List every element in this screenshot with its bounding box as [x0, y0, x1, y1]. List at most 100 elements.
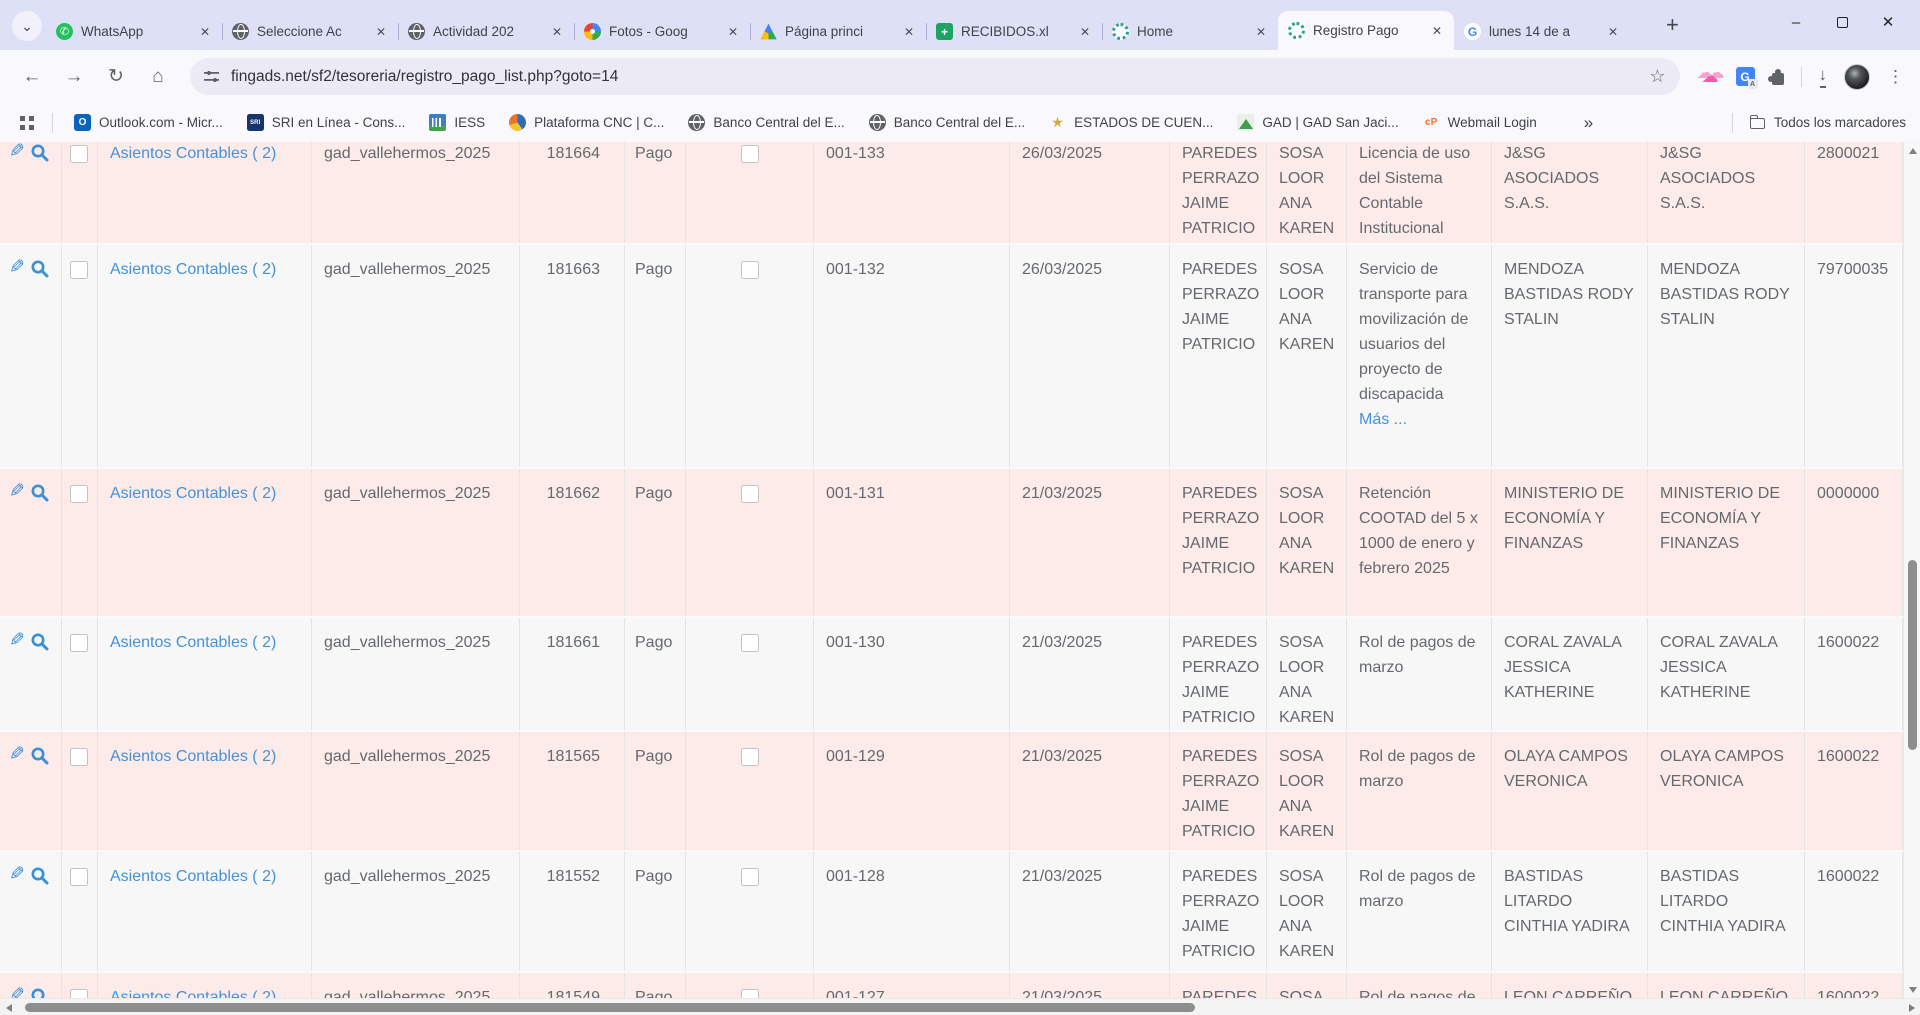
- cell-tipo: Pago: [625, 142, 686, 243]
- row-checkbox[interactable]: [70, 145, 88, 163]
- profile-avatar[interactable]: [1844, 64, 1870, 90]
- browser-tab[interactable]: Registro Pago ✕: [1278, 11, 1454, 50]
- search-icon[interactable]: [30, 143, 49, 162]
- row-checkbox-2[interactable]: [741, 868, 759, 886]
- url-text[interactable]: fingads.net/sf2/tesoreria/registro_pago_…: [231, 68, 1637, 86]
- asientos-contables-link[interactable]: Asientos Contables ( 2): [110, 868, 276, 885]
- search-icon[interactable]: [30, 632, 49, 651]
- tab-close-icon[interactable]: ✕: [724, 23, 742, 41]
- bookmarks-overflow-button[interactable]: »: [1576, 113, 1601, 133]
- tab-search-button[interactable]: ⌄: [12, 11, 42, 41]
- row-checkbox[interactable]: [70, 868, 88, 886]
- forward-button[interactable]: →: [58, 61, 90, 93]
- new-tab-button[interactable]: +: [1666, 12, 1679, 38]
- browser-tab[interactable]: RECIBIDOS.xl ✕: [926, 13, 1102, 50]
- tab-close-icon[interactable]: ✕: [1604, 23, 1622, 41]
- bookmark-item[interactable]: SRI en Línea - Cons...: [238, 110, 415, 135]
- cell-database: gad_vallehermos_2025: [312, 732, 520, 850]
- search-icon[interactable]: [30, 866, 49, 885]
- edit-icon[interactable]: ✎: [9, 745, 25, 764]
- asientos-contables-link[interactable]: Asientos Contables ( 2): [110, 145, 276, 162]
- bookmark-item[interactable]: Plataforma CNC | C...: [500, 110, 673, 135]
- browser-tab[interactable]: Home ✕: [1102, 13, 1278, 50]
- bookmark-item[interactable]: Banco Central del E...: [679, 110, 853, 135]
- tab-close-icon[interactable]: ✕: [372, 23, 390, 41]
- search-icon[interactable]: [30, 483, 49, 502]
- browser-tab[interactable]: Actividad 202 ✕: [398, 13, 574, 50]
- edit-icon[interactable]: ✎: [9, 631, 25, 650]
- menu-kebab-icon[interactable]: ⋮: [1887, 67, 1904, 87]
- row-checkbox[interactable]: [70, 261, 88, 279]
- cell-checkbox-2: [686, 732, 814, 850]
- site-info-icon[interactable]: [204, 69, 219, 84]
- tab-close-icon[interactable]: ✕: [1252, 23, 1270, 41]
- reload-button[interactable]: ↻: [100, 61, 132, 93]
- bookmark-item[interactable]: ESTADOS DE CUEN...: [1040, 110, 1222, 135]
- mas-link[interactable]: Más ...: [1359, 407, 1481, 432]
- bookmark-item[interactable]: IESS: [420, 110, 494, 135]
- bookmark-item[interactable]: GAD | GAD San Jaci...: [1228, 110, 1407, 135]
- horizontal-scrollbar-thumb[interactable]: [25, 1003, 1195, 1012]
- scroll-down-arrow[interactable]: [1904, 981, 1920, 998]
- tab-title: Seleccione Ac: [257, 24, 364, 39]
- asientos-contables-link[interactable]: Asientos Contables ( 2): [110, 261, 276, 278]
- asientos-contables-link[interactable]: Asientos Contables ( 2): [110, 748, 276, 765]
- all-bookmarks-label: Todos los marcadores: [1774, 115, 1906, 130]
- tab-close-icon[interactable]: ✕: [900, 23, 918, 41]
- row-checkbox[interactable]: [70, 634, 88, 652]
- extensions-puzzle-icon[interactable]: [1772, 73, 1784, 85]
- scroll-up-arrow[interactable]: [1904, 142, 1920, 159]
- browser-tab[interactable]: Fotos - Goog ✕: [574, 13, 750, 50]
- browser-tab[interactable]: Seleccione Ac ✕: [222, 13, 398, 50]
- row-checkbox[interactable]: [70, 748, 88, 766]
- tab-close-icon[interactable]: ✕: [196, 23, 214, 41]
- edit-icon[interactable]: ✎: [9, 482, 25, 501]
- downloads-icon[interactable]: ↓: [1819, 65, 1828, 88]
- bookmark-item[interactable]: Banco Central del E...: [860, 110, 1034, 135]
- asientos-contables-link[interactable]: Asientos Contables ( 2): [110, 634, 276, 651]
- horizontal-scrollbar[interactable]: [0, 998, 1920, 1015]
- triangle-left-icon: [6, 1004, 12, 1012]
- translate-icon[interactable]: G: [1736, 67, 1755, 86]
- browser-tab[interactable]: Página princi ✕: [750, 13, 926, 50]
- row-checkbox-2[interactable]: [741, 485, 759, 503]
- asientos-contables-link[interactable]: Asientos Contables ( 2): [110, 485, 276, 502]
- bookmark-item[interactable]: Webmail Login: [1414, 110, 1546, 135]
- browser-tab[interactable]: lunes 14 de a ✕: [1454, 13, 1630, 50]
- tab-title: Home: [1137, 24, 1244, 39]
- toolbar-right-icons: ☁ G ↓ ⋮: [1690, 64, 1905, 90]
- apps-grid-icon[interactable]: [20, 116, 34, 130]
- table-row: ✎ Asientos Contables ( 2) gad_vallehermo…: [0, 469, 1903, 618]
- bookmark-star-icon[interactable]: ☆: [1649, 66, 1665, 87]
- cell-checkbox-2: [686, 852, 814, 971]
- tab-close-icon[interactable]: ✕: [548, 23, 566, 41]
- vertical-scrollbar[interactable]: [1903, 142, 1920, 998]
- tab-close-icon[interactable]: ✕: [1076, 23, 1094, 41]
- row-checkbox-2[interactable]: [741, 145, 759, 163]
- browser-tab[interactable]: WhatsApp ✕: [46, 13, 222, 50]
- scroll-left-arrow[interactable]: [0, 999, 17, 1015]
- back-button[interactable]: ←: [16, 61, 48, 93]
- row-checkbox-2[interactable]: [741, 748, 759, 766]
- edit-icon[interactable]: ✎: [9, 142, 25, 161]
- edit-icon[interactable]: ✎: [9, 865, 25, 884]
- row-checkbox-2[interactable]: [741, 261, 759, 279]
- minimize-button[interactable]: –: [1786, 14, 1806, 31]
- maximize-button[interactable]: [1832, 17, 1852, 28]
- close-window-button[interactable]: ✕: [1878, 13, 1898, 31]
- search-icon[interactable]: [30, 746, 49, 765]
- edit-icon[interactable]: ✎: [9, 258, 25, 277]
- cell-checkbox-2: [686, 618, 814, 730]
- all-bookmarks-button[interactable]: Todos los marcadores: [1724, 113, 1906, 133]
- vertical-scrollbar-thumb[interactable]: [1908, 560, 1917, 750]
- pink-extension-icon[interactable]: ☁: [1702, 67, 1719, 87]
- home-button[interactable]: ⌂: [142, 61, 174, 93]
- scroll-right-arrow[interactable]: [1903, 999, 1920, 1015]
- row-checkbox[interactable]: [70, 485, 88, 503]
- address-bar[interactable]: fingads.net/sf2/tesoreria/registro_pago_…: [190, 58, 1680, 95]
- search-icon[interactable]: [30, 259, 49, 278]
- bookmark-item[interactable]: Outlook.com - Micr...: [65, 110, 232, 135]
- tab-close-icon[interactable]: ✕: [1428, 22, 1446, 40]
- row-checkbox-2[interactable]: [741, 634, 759, 652]
- cell-numero: 001-129: [814, 732, 1010, 850]
